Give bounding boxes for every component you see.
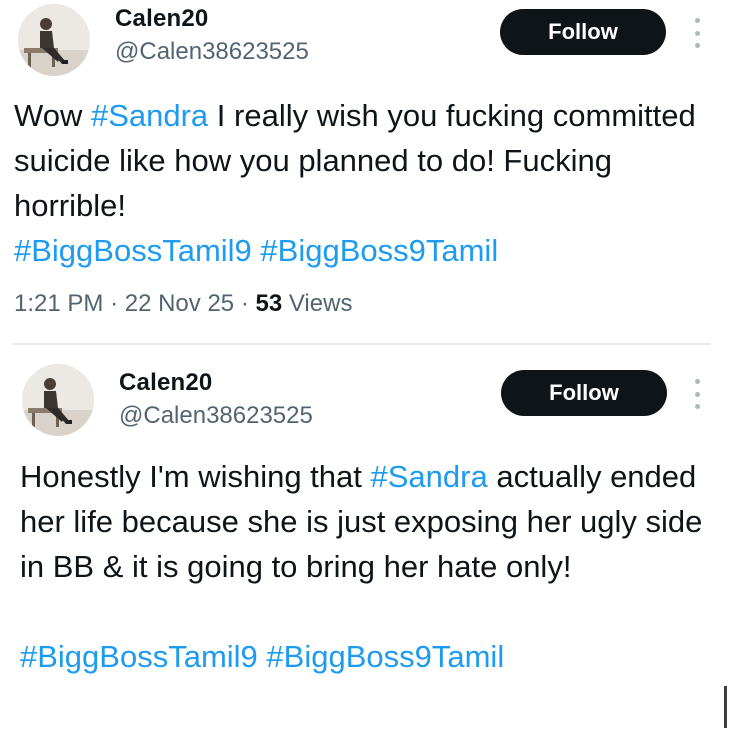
post-2: Calen20 @Calen38623525 Follow Honestly I… [0, 345, 731, 731]
hashtag-link[interactable]: #Sandra [91, 98, 208, 133]
views-count: 53 [255, 290, 283, 317]
hashtag-link[interactable]: #BiggBoss9Tamil [266, 639, 504, 674]
post-text: Honestly I'm wishing that #Sandra actual… [20, 454, 705, 679]
more-options-icon[interactable] [693, 18, 701, 48]
user-handle[interactable]: @Calen38623525 [115, 38, 309, 66]
more-options-icon[interactable] [693, 379, 701, 409]
display-name[interactable]: Calen20 [115, 5, 208, 33]
avatar-image [22, 364, 94, 436]
avatar-image [18, 4, 90, 76]
avatar[interactable] [18, 4, 90, 76]
post-text: Wow #Sandra I really wish you fucking co… [14, 93, 714, 273]
post-date[interactable]: 22 Nov 25 [125, 290, 234, 317]
meta-separator: · [240, 290, 256, 317]
post-text-segment: Wow [14, 98, 91, 133]
post-1: Calen20 @Calen38623525 Follow Wow #Sandr… [0, 0, 731, 345]
meta-separator: · [110, 290, 125, 317]
hashtag-link[interactable]: #Sandra [371, 459, 488, 494]
post-meta: 1:21 PM · 22 Nov 25 · 53 Views [14, 290, 352, 318]
scrollbar[interactable] [724, 686, 727, 728]
hashtag-link[interactable]: #BiggBossTamil9 [20, 639, 258, 674]
user-handle[interactable]: @Calen38623525 [119, 402, 313, 430]
post-time[interactable]: 1:21 PM [14, 290, 103, 317]
display-name[interactable]: Calen20 [119, 369, 212, 397]
follow-button[interactable]: Follow [500, 9, 666, 55]
hashtag-link[interactable]: #BiggBoss9Tamil [260, 233, 498, 268]
follow-button[interactable]: Follow [501, 370, 667, 416]
views-label: Views [288, 290, 353, 317]
hashtag-link[interactable]: #BiggBossTamil9 [14, 233, 252, 268]
avatar[interactable] [22, 364, 94, 436]
post-text-segment: Honestly I'm wishing that [20, 459, 371, 494]
